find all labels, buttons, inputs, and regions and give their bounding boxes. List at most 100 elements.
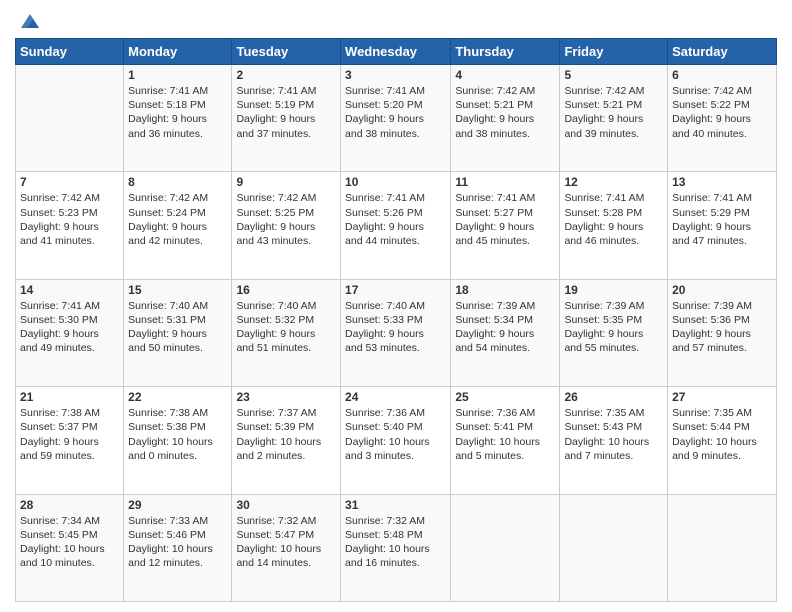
calendar-cell: 21 Sunrise: 7:38 AM Sunset: 5:37 PM Dayli… — [16, 387, 124, 494]
calendar-cell: 6 Sunrise: 7:42 AM Sunset: 5:22 PM Daylig… — [668, 65, 777, 172]
calendar-day-header: Wednesday — [341, 39, 451, 65]
day-info: Sunrise: 7:38 AM Sunset: 5:38 PM Dayligh… — [128, 406, 227, 463]
day-number: 4 — [455, 68, 555, 82]
day-number: 16 — [236, 283, 336, 297]
day-info: Sunrise: 7:40 AM Sunset: 5:33 PM Dayligh… — [345, 299, 446, 356]
calendar-cell — [668, 494, 777, 601]
calendar-cell: 31Sunrise: 7:32 AM Sunset: 5:48 PM Dayli… — [341, 494, 451, 601]
calendar-cell: 29 Sunrise: 7:33 AM Sunset: 5:46 PM Dayli… — [124, 494, 232, 601]
day-number: 1 — [128, 68, 227, 82]
day-info: Sunrise: 7:41 AM Sunset: 5:20 PM Dayligh… — [345, 84, 446, 141]
day-number: 19 — [564, 283, 663, 297]
day-info: Sunrise: 7:37 AM Sunset: 5:39 PM Dayligh… — [236, 406, 336, 463]
day-number: 25 — [455, 390, 555, 404]
calendar-cell: 11 Sunrise: 7:41 AM Sunset: 5:27 PM Dayli… — [451, 172, 560, 279]
calendar-week-row: 14Sunrise: 7:41 AM Sunset: 5:30 PM Dayli… — [16, 279, 777, 386]
day-info: Sunrise: 7:42 AM Sunset: 5:23 PM Dayligh… — [20, 191, 119, 248]
day-number: 9 — [236, 175, 336, 189]
day-info: Sunrise: 7:41 AM Sunset: 5:19 PM Dayligh… — [236, 84, 336, 141]
day-info: Sunrise: 7:42 AM Sunset: 5:22 PM Dayligh… — [672, 84, 772, 141]
calendar-cell: 19 Sunrise: 7:39 AM Sunset: 5:35 PM Dayli… — [560, 279, 668, 386]
day-number: 28 — [20, 498, 119, 512]
day-info: Sunrise: 7:40 AM Sunset: 5:31 PM Dayligh… — [128, 299, 227, 356]
day-number: 12 — [564, 175, 663, 189]
day-info: Sunrise: 7:38 AM Sunset: 5:37 PM Dayligh… — [20, 406, 119, 463]
day-number: 27 — [672, 390, 772, 404]
day-info: Sunrise: 7:39 AM Sunset: 5:34 PM Dayligh… — [455, 299, 555, 356]
day-number: 2 — [236, 68, 336, 82]
day-info: Sunrise: 7:41 AM Sunset: 5:29 PM Dayligh… — [672, 191, 772, 248]
calendar-cell: 12 Sunrise: 7:41 AM Sunset: 5:28 PM Dayli… — [560, 172, 668, 279]
day-number: 15 — [128, 283, 227, 297]
page: SundayMondayTuesdayWednesdayThursdayFrid… — [0, 0, 792, 612]
day-info: Sunrise: 7:41 AM Sunset: 5:28 PM Dayligh… — [564, 191, 663, 248]
calendar-cell — [451, 494, 560, 601]
calendar-cell: 7 Sunrise: 7:42 AM Sunset: 5:23 PM Daylig… — [16, 172, 124, 279]
day-number: 31 — [345, 498, 446, 512]
logo — [15, 10, 41, 32]
day-info: Sunrise: 7:42 AM Sunset: 5:21 PM Dayligh… — [564, 84, 663, 141]
calendar-header-row: SundayMondayTuesdayWednesdayThursdayFrid… — [16, 39, 777, 65]
day-number: 6 — [672, 68, 772, 82]
calendar-week-row: 1 Sunrise: 7:41 AM Sunset: 5:18 PM Daylig… — [16, 65, 777, 172]
calendar-cell: 30Sunrise: 7:32 AM Sunset: 5:47 PM Dayli… — [232, 494, 341, 601]
calendar-cell: 13Sunrise: 7:41 AM Sunset: 5:29 PM Dayli… — [668, 172, 777, 279]
calendar-cell: 25 Sunrise: 7:36 AM Sunset: 5:41 PM Dayli… — [451, 387, 560, 494]
day-info: Sunrise: 7:39 AM Sunset: 5:36 PM Dayligh… — [672, 299, 772, 356]
calendar-cell: 14Sunrise: 7:41 AM Sunset: 5:30 PM Dayli… — [16, 279, 124, 386]
calendar-cell: 16 Sunrise: 7:40 AM Sunset: 5:32 PM Dayli… — [232, 279, 341, 386]
calendar-table: SundayMondayTuesdayWednesdayThursdayFrid… — [15, 38, 777, 602]
day-number: 29 — [128, 498, 227, 512]
calendar-day-header: Tuesday — [232, 39, 341, 65]
calendar-cell — [560, 494, 668, 601]
day-number: 21 — [20, 390, 119, 404]
calendar-cell: 20Sunrise: 7:39 AM Sunset: 5:36 PM Dayli… — [668, 279, 777, 386]
calendar-cell: 1 Sunrise: 7:41 AM Sunset: 5:18 PM Daylig… — [124, 65, 232, 172]
day-info: Sunrise: 7:42 AM Sunset: 5:25 PM Dayligh… — [236, 191, 336, 248]
calendar-day-header: Sunday — [16, 39, 124, 65]
calendar-cell: 2 Sunrise: 7:41 AM Sunset: 5:19 PM Daylig… — [232, 65, 341, 172]
header — [15, 10, 777, 32]
day-info: Sunrise: 7:41 AM Sunset: 5:18 PM Dayligh… — [128, 84, 227, 141]
day-info: Sunrise: 7:41 AM Sunset: 5:27 PM Dayligh… — [455, 191, 555, 248]
day-number: 24 — [345, 390, 446, 404]
day-info: Sunrise: 7:33 AM Sunset: 5:46 PM Dayligh… — [128, 514, 227, 571]
day-info: Sunrise: 7:35 AM Sunset: 5:43 PM Dayligh… — [564, 406, 663, 463]
calendar-cell: 9 Sunrise: 7:42 AM Sunset: 5:25 PM Daylig… — [232, 172, 341, 279]
calendar-cell: 5 Sunrise: 7:42 AM Sunset: 5:21 PM Daylig… — [560, 65, 668, 172]
day-number: 30 — [236, 498, 336, 512]
day-info: Sunrise: 7:36 AM Sunset: 5:41 PM Dayligh… — [455, 406, 555, 463]
calendar-week-row: 7 Sunrise: 7:42 AM Sunset: 5:23 PM Daylig… — [16, 172, 777, 279]
calendar-cell: 17 Sunrise: 7:40 AM Sunset: 5:33 PM Dayli… — [341, 279, 451, 386]
calendar-day-header: Monday — [124, 39, 232, 65]
calendar-cell: 27Sunrise: 7:35 AM Sunset: 5:44 PM Dayli… — [668, 387, 777, 494]
day-info: Sunrise: 7:39 AM Sunset: 5:35 PM Dayligh… — [564, 299, 663, 356]
day-number: 7 — [20, 175, 119, 189]
day-number: 8 — [128, 175, 227, 189]
calendar-cell: 4Sunrise: 7:42 AM Sunset: 5:21 PM Daylig… — [451, 65, 560, 172]
day-number: 22 — [128, 390, 227, 404]
day-number: 5 — [564, 68, 663, 82]
calendar-cell: 22 Sunrise: 7:38 AM Sunset: 5:38 PM Dayli… — [124, 387, 232, 494]
calendar-cell — [16, 65, 124, 172]
calendar-day-header: Friday — [560, 39, 668, 65]
day-number: 23 — [236, 390, 336, 404]
day-info: Sunrise: 7:36 AM Sunset: 5:40 PM Dayligh… — [345, 406, 446, 463]
day-number: 3 — [345, 68, 446, 82]
logo-icon — [19, 10, 41, 32]
calendar-day-header: Saturday — [668, 39, 777, 65]
calendar-cell: 3 Sunrise: 7:41 AM Sunset: 5:20 PM Daylig… — [341, 65, 451, 172]
calendar-week-row: 28Sunrise: 7:34 AM Sunset: 5:45 PM Dayli… — [16, 494, 777, 601]
day-info: Sunrise: 7:42 AM Sunset: 5:24 PM Dayligh… — [128, 191, 227, 248]
calendar-cell: 8 Sunrise: 7:42 AM Sunset: 5:24 PM Daylig… — [124, 172, 232, 279]
calendar-cell: 28Sunrise: 7:34 AM Sunset: 5:45 PM Dayli… — [16, 494, 124, 601]
day-number: 11 — [455, 175, 555, 189]
calendar-cell: 15 Sunrise: 7:40 AM Sunset: 5:31 PM Dayli… — [124, 279, 232, 386]
day-info: Sunrise: 7:40 AM Sunset: 5:32 PM Dayligh… — [236, 299, 336, 356]
day-number: 10 — [345, 175, 446, 189]
day-info: Sunrise: 7:41 AM Sunset: 5:26 PM Dayligh… — [345, 191, 446, 248]
calendar-cell: 10 Sunrise: 7:41 AM Sunset: 5:26 PM Dayli… — [341, 172, 451, 279]
day-number: 17 — [345, 283, 446, 297]
day-info: Sunrise: 7:41 AM Sunset: 5:30 PM Dayligh… — [20, 299, 119, 356]
calendar-cell: 18Sunrise: 7:39 AM Sunset: 5:34 PM Dayli… — [451, 279, 560, 386]
